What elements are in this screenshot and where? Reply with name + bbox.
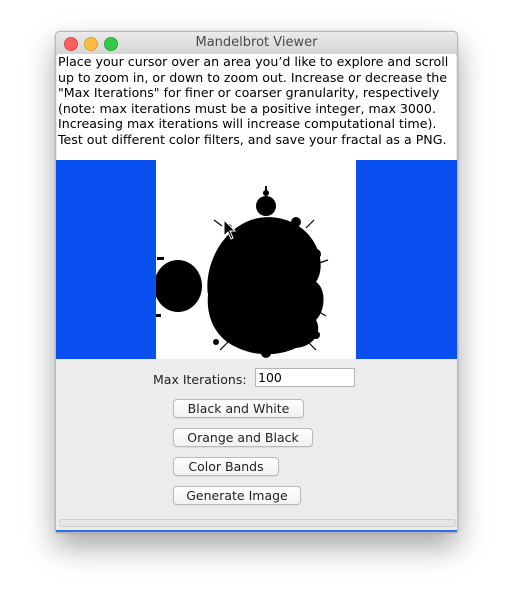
instruction-line: Increasing max iterations will increase … [58, 116, 437, 131]
main-cardioid [207, 217, 324, 355]
right-bulb [301, 292, 321, 312]
instructions-text: Place your cursor over an area you’d lik… [57, 54, 456, 160]
instruction-line: "Max Iterations" for finer or coarser gr… [58, 85, 440, 100]
max-iterations-row: Max Iterations: [56, 368, 457, 390]
horizontal-scrollbar[interactable] [59, 519, 456, 527]
top-bulb [256, 196, 276, 216]
period-2-bulb [156, 260, 202, 312]
instruction-line: Place your cursor over an area you’d lik… [58, 54, 449, 69]
fractal-viewer[interactable] [56, 160, 457, 359]
color-bands-button[interactable]: Color Bands [173, 457, 279, 476]
title-bar: Mandelbrot Viewer [56, 32, 457, 55]
instruction-line: (note: max iterations must be a positive… [58, 100, 436, 116]
window-title: Mandelbrot Viewer [195, 35, 318, 50]
max-iterations-label: Max Iterations: [153, 372, 247, 387]
generate-image-button[interactable]: Generate Image [173, 486, 301, 505]
fractal-canvas[interactable] [156, 160, 356, 359]
instruction-line: up to zoom in, or down to zoom out. Incr… [58, 69, 448, 85]
orange-and-black-button[interactable]: Orange and Black [173, 428, 313, 447]
mandelbrot-viewer-window: Mandelbrot Viewer Place your cursor over… [55, 31, 458, 533]
max-iterations-input[interactable] [255, 368, 355, 387]
mandelbrot-set-image [156, 186, 329, 358]
black-and-white-button[interactable]: Black and White [173, 399, 304, 418]
instruction-line: Test out different color filters, and sa… [58, 131, 447, 147]
